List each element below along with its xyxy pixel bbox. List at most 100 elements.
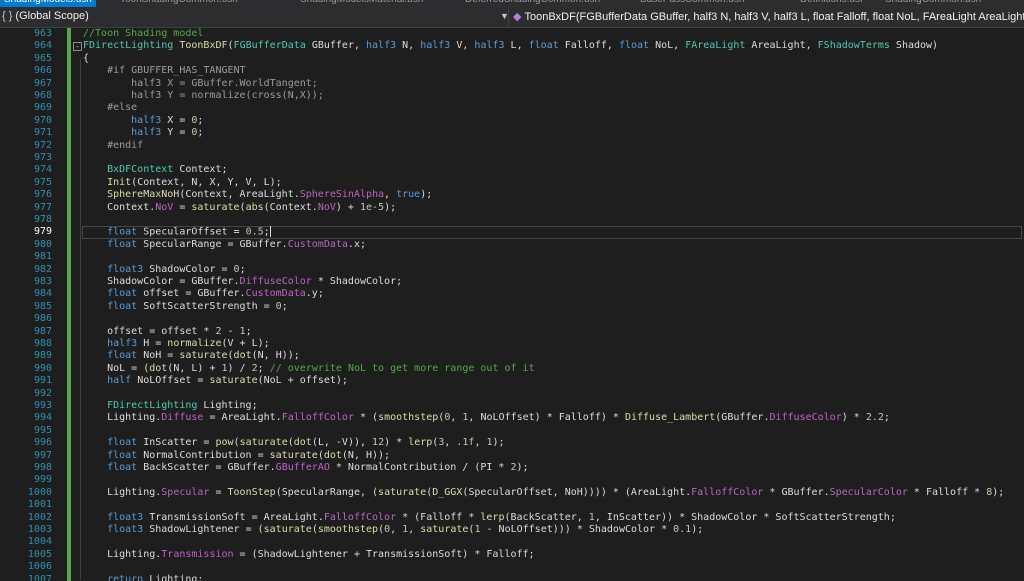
code-token: float3 — [83, 524, 144, 535]
code-token: NoV — [317, 201, 336, 213]
code-line: 977 Context.NoV = saturate(abs(Context.N… — [0, 201, 1024, 214]
code-token: Lighting; — [197, 400, 258, 411]
line-number: 1006 — [27, 561, 52, 573]
line-number: 973 — [33, 152, 52, 163]
code-token: * (Falloff * — [396, 511, 481, 523]
code-token: - NoLOffset))) * ShadowColor * — [480, 524, 674, 535]
code-token: TransmissionSoft = AreaLight. — [143, 511, 324, 523]
code-token: half3 — [474, 40, 505, 52]
code-token: ); — [992, 486, 1005, 498]
code-token: ShadowColor = — [143, 263, 234, 275]
change-marker — [67, 164, 71, 177]
line-number: 990 — [33, 362, 52, 374]
code-token: saturate — [239, 437, 288, 449]
code-line: 989 float NoH = saturate(dot(N, H)); — [0, 350, 1024, 363]
code-line: 991 half NoLOffset = saturate(NoL + offs… — [0, 375, 1024, 388]
code-token: saturate — [269, 449, 318, 461]
line-number: 997 — [33, 449, 52, 461]
code-token: SpecularColor — [829, 486, 908, 498]
code-token: ToonBxDF — [179, 40, 228, 52]
code-token: saturate — [263, 524, 312, 535]
change-marker — [67, 524, 71, 537]
line-number: 996 — [33, 437, 52, 449]
change-marker — [67, 474, 71, 487]
code-token: (Context. — [263, 201, 318, 213]
code-text: #else — [83, 102, 137, 114]
code-editor[interactable]: 963//Toon Shading model 964- FDirectLighti… — [0, 28, 1024, 581]
code-text: //Toon Shading model — [83, 28, 203, 40]
code-token: X = — [161, 114, 192, 126]
code-text: half3 X = GBuffer.WorldTangent; — [83, 78, 318, 90]
code-line: 963 //Toon Shading model — [0, 28, 1024, 41]
code-token: Context; — [173, 164, 228, 176]
code-token: (N, H)); — [251, 350, 300, 362]
code-token: Transmission — [161, 548, 234, 560]
code-token: ShadowColor = GBuffer. — [83, 276, 240, 287]
change-marker — [67, 300, 71, 314]
document-tab[interactable]: Definitions.usf — [800, 0, 863, 7]
code-line: 968 half3 Y = normalize(cross(N,X)); — [0, 90, 1024, 103]
line-number: 1003 — [27, 524, 52, 535]
line-number: 975 — [33, 176, 52, 188]
change-marker — [67, 127, 71, 140]
code-token: DiffuseColor — [769, 412, 842, 424]
line-number: 994 — [33, 412, 52, 424]
code-token: half3 — [83, 114, 162, 126]
code-token: FDirectLighting — [83, 40, 174, 52]
scope-label: (Global Scope) — [15, 10, 89, 22]
line-number: 1004 — [27, 536, 52, 548]
code-token: Lighting. — [83, 412, 162, 424]
code-token: GBuffer, — [305, 40, 367, 52]
code-token: - — [221, 325, 240, 337]
code-token: InScatter = — [137, 437, 216, 449]
code-line: 982 float3 ShadowColor = 0; — [0, 263, 1024, 276]
document-tab[interactable]: ShadingModels.ush — [0, 0, 96, 7]
code-line: 1006 — [0, 561, 1024, 574]
code-line: 972 #endif — [0, 139, 1024, 152]
collapse-icon[interactable]: - — [73, 42, 82, 52]
code-token: GBufferAO — [275, 462, 330, 473]
change-marker — [67, 313, 71, 326]
code-line: 981 — [0, 251, 1024, 264]
line-number: 988 — [33, 338, 52, 349]
code-line: 969 #else — [0, 102, 1024, 115]
change-marker — [67, 499, 71, 512]
line-number: 979 — [33, 226, 52, 238]
scope-dropdown[interactable]: { } (Global Scope) — [2, 10, 89, 22]
code-token: ) * — [384, 437, 409, 449]
line-number: 978 — [33, 214, 52, 225]
code-text: { — [83, 53, 89, 65]
code-token: , — [474, 437, 487, 449]
line-number: 987 — [33, 325, 52, 337]
document-tab[interactable]: ToonShadingCommon.ush — [120, 0, 238, 7]
line-number: 974 — [33, 164, 52, 176]
code-line: 994 Lighting.Diffuse = AreaLight.Falloff… — [0, 412, 1024, 425]
code-token: NoLOffset = — [131, 375, 210, 387]
line-number: 972 — [33, 139, 52, 151]
text-cursor — [269, 226, 271, 238]
code-text: half3 Y = 0; — [83, 127, 203, 139]
function-label: ToonBxDF(FGBufferData GBuffer, half3 N, … — [524, 11, 1024, 23]
code-token: ; — [883, 412, 890, 424]
document-tab[interactable]: ShadingModelsMaterial.ush — [300, 0, 423, 7]
code-token: smoothstep — [378, 412, 439, 424]
line-number: 965 — [33, 52, 52, 64]
code-token: Context. — [83, 201, 156, 213]
document-tab[interactable]: ShadingCommon.ush — [885, 0, 981, 7]
change-marker — [67, 561, 71, 574]
function-dropdown[interactable]: ◆ ToonBxDF(FGBufferData GBuffer, half3 N,… — [513, 10, 1024, 23]
code-text: NoL = (dot(N, L) + 1) / 2; // overwrite … — [83, 363, 535, 375]
document-tab[interactable]: BasePassCommon.ush — [640, 0, 745, 7]
scope-icon: { } — [2, 10, 13, 22]
document-tab[interactable]: DeferredShadingCommon.ush — [465, 0, 600, 7]
code-line: 997 float NormalContribution = saturate(… — [0, 449, 1024, 462]
code-line: 978 — [0, 214, 1024, 227]
code-line: 999 — [0, 474, 1024, 487]
navbar-divider — [508, 7, 509, 27]
line-number: 1001 — [27, 499, 52, 511]
line-number: 964 — [33, 40, 52, 52]
code-token: // overwrite NoL to get more range out o… — [269, 362, 535, 374]
line-number: 993 — [33, 400, 52, 411]
code-token: half3 X = GBuffer.WorldTangent; — [83, 77, 318, 89]
line-number: 984 — [33, 288, 52, 300]
